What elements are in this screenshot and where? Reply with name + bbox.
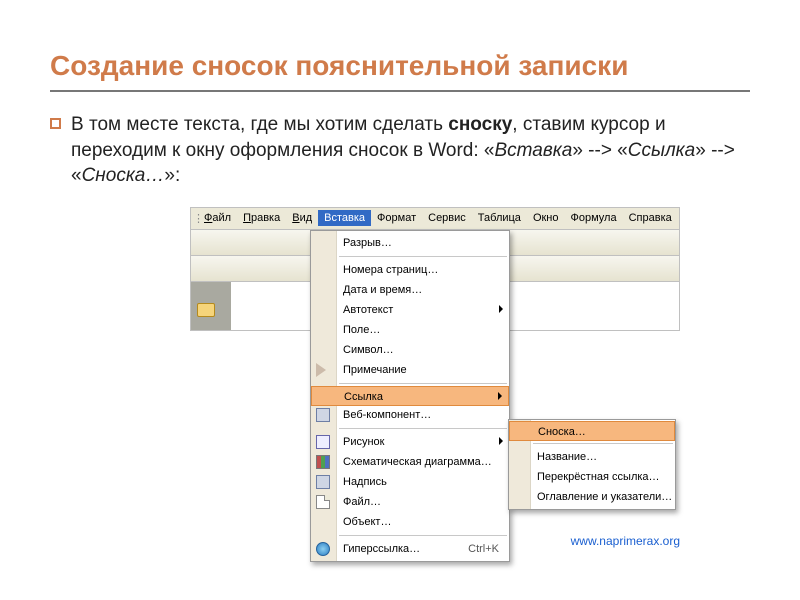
rect-icon [316,408,330,422]
insert-menu: Разрыв… Номера страниц…Дата и время…Автот… [310,230,510,562]
bullet-text: В том месте текста, где мы хотим сделать… [71,112,750,189]
globe-icon [316,542,330,556]
submenu-item[interactable]: Оглавление и указатели… [509,487,675,507]
menu-tools[interactable]: Сервис [422,210,472,226]
chart-icon [316,455,330,469]
bullet-marker-icon [50,118,61,129]
menu-separator [339,383,507,384]
menu-separator [339,428,507,429]
insert-menu-item[interactable]: Поле… [311,320,509,340]
menu-edit[interactable]: Правка [237,210,286,226]
pic-icon [316,435,330,449]
insert-menu-item[interactable]: Автотекст [311,300,509,320]
menubar: ⋮ Файл Правка Вид Вставка Формат Сервис … [191,208,679,230]
insert-menu-item[interactable]: Объект… [311,512,509,532]
insert-menu-item[interactable]: Номера страниц… [311,260,509,280]
folder-icon [197,303,215,317]
menu-table[interactable]: Таблица [472,210,527,226]
insert-menu-item[interactable]: Веб-компонент… [311,405,509,425]
menu-insert[interactable]: Вставка [318,210,371,226]
chevron-right-icon [498,392,502,400]
submenu-item[interactable]: Название… [509,447,675,467]
chevron-right-icon [499,305,503,313]
menu-formula[interactable]: Формула [565,210,623,226]
menu-file[interactable]: Файл [198,210,237,226]
menu-separator [339,535,507,536]
insert-menu-item[interactable]: Ссылка [311,386,509,406]
insert-menu-item[interactable]: Рисунок [311,432,509,452]
menu-help[interactable]: Справка [623,210,678,226]
rect-icon [316,475,330,489]
menu-window[interactable]: Окно [527,210,565,226]
menu-separator [533,443,673,444]
insert-menu-item[interactable]: Разрыв… [311,233,509,253]
insert-menu-item[interactable]: Символ… [311,340,509,360]
submenu-item[interactable]: Сноска… [509,421,675,441]
tag-icon [316,363,330,377]
source-url[interactable]: www.naprimerax.org [571,534,680,548]
insert-menu-item[interactable]: Схематическая диаграмма… [311,452,509,472]
insert-menu-item[interactable]: Файл… [311,492,509,512]
menu-view[interactable]: Вид [286,210,318,226]
insert-menu-item[interactable]: Гиперссылка…Ctrl+K [311,539,509,559]
word-screenshot: ⋮ Файл Правка Вид Вставка Формат Сервис … [190,207,680,331]
reference-submenu: Сноска… Название…Перекрёстная ссылка…Огла… [508,419,676,510]
title-underline [50,90,750,92]
submenu-item[interactable]: Перекрёстная ссылка… [509,467,675,487]
bullet-item: В том месте текста, где мы хотим сделать… [50,112,750,189]
insert-menu-item[interactable]: Примечание [311,360,509,380]
insert-menu-item[interactable]: Надпись [311,472,509,492]
slide-title: Создание сносок пояснительной записки [50,50,750,82]
doc-icon [316,495,330,509]
insert-menu-item[interactable]: Дата и время… [311,280,509,300]
menu-format[interactable]: Формат [371,210,422,226]
chevron-right-icon [499,437,503,445]
hotkey-label: Ctrl+K [468,539,499,559]
menu-separator [339,256,507,257]
